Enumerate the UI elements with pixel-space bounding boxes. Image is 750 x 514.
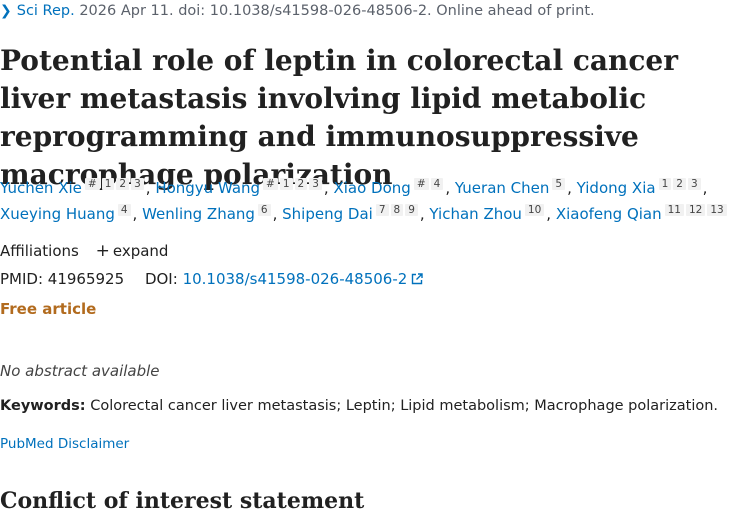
affiliation-marker[interactable]: 4 — [117, 204, 131, 216]
keywords-row: Keywords: Colorectal cancer liver metast… — [0, 398, 718, 414]
author-item: Xiaofeng Qian 11 12 13 — [556, 204, 729, 223]
author-name-link[interactable]: Yuchen Xie — [0, 179, 82, 197]
citation-details: 2026 Apr 11. doi: 10.1038/s41598-026-485… — [79, 3, 595, 19]
affiliation-marker[interactable]: 5 — [552, 178, 566, 190]
author-name-link[interactable]: Xiao Dong — [333, 179, 410, 197]
pmid-value: 41965925 — [47, 270, 125, 288]
author-name-link[interactable]: Yichan Zhou — [429, 205, 521, 223]
doi-link[interactable]: 10.1038/s41598-026-48506-2 — [183, 270, 424, 288]
affiliation-marker[interactable]: 7 — [375, 204, 389, 216]
free-article-badge: Free article — [0, 300, 97, 318]
keywords-text: Colorectal cancer liver metastasis; Lept… — [90, 398, 719, 414]
affiliation-marker[interactable]: 2 — [673, 178, 686, 190]
affiliation-markers: 6 — [257, 204, 273, 216]
affiliation-marker[interactable]: 1 — [101, 178, 115, 190]
affiliation-marker[interactable]: 3 — [131, 178, 144, 190]
affiliations-row: Affiliations + expand — [0, 241, 168, 261]
affiliation-markers: #4 — [413, 178, 446, 190]
pubmed-disclaimer-link[interactable]: PubMed Disclaimer — [0, 436, 129, 452]
conflict-of-interest-heading: Conflict of interest statement — [0, 488, 365, 514]
article-page: ❯ Sci Rep. 2026 Apr 11. doi: 10.1038/s415… — [0, 0, 750, 514]
affiliation-marker: # — [413, 178, 429, 190]
affiliations-expand-button[interactable]: + expand — [84, 241, 169, 261]
plus-icon: + — [95, 241, 110, 261]
affiliation-marker: # — [263, 178, 278, 190]
affiliation-marker[interactable]: 1 — [658, 178, 672, 190]
expand-label: expand — [112, 242, 169, 260]
affiliation-markers: 789 — [375, 204, 420, 216]
journal-link[interactable]: Sci Rep. — [17, 3, 75, 19]
affiliation-markers: 5 — [552, 178, 567, 190]
author-item: Yuchen Xie #1 2 3 — [0, 178, 146, 197]
affiliation-marker[interactable]: 13 — [707, 204, 727, 216]
citation-line: ❯ Sci Rep. 2026 Apr 11. doi: 10.1038/s415… — [0, 3, 595, 19]
authors-list: Yuchen Xie #1 2 3, Hongyu Wang #1 2 3, Xiao Do… — [0, 175, 748, 227]
doi-label: DOI: — [144, 270, 178, 288]
affiliation-markers: #1 2 3 — [263, 178, 324, 190]
author-name-link[interactable]: Shipeng Dai — [282, 205, 373, 223]
pmid-label: PMID: — [0, 270, 44, 288]
author-item: Xueying Huang 4 — [0, 204, 133, 223]
identifiers-row: PMID: 41965925 DOI: 10.1038/s41598-026-4… — [0, 270, 424, 288]
affiliation-marker[interactable]: 3 — [309, 178, 322, 190]
author-item: Yueran Chen 5 — [455, 178, 567, 197]
author-name-link[interactable]: Xueying Huang — [0, 205, 115, 223]
author-item: Wenling Zhang 6 — [142, 204, 273, 223]
affiliations-label: Affiliations — [0, 242, 79, 260]
author-name-link[interactable]: Yidong Xia — [577, 179, 656, 197]
keywords-label: Keywords: — [0, 398, 86, 414]
affiliation-marker[interactable]: 6 — [257, 204, 271, 216]
chevron-right-icon[interactable]: ❯ — [0, 3, 12, 19]
article-title: Potential role of leptin in colorectal c… — [0, 44, 679, 191]
affiliation-markers: 11 12 13 — [664, 204, 729, 216]
affiliation-marker[interactable]: 12 — [686, 204, 706, 216]
affiliation-marker[interactable]: 2 — [116, 178, 130, 190]
affiliation-marker[interactable]: 11 — [664, 204, 684, 216]
affiliation-markers: #1 2 3 — [84, 178, 146, 190]
author-item: Yichan Zhou 10 — [429, 204, 546, 223]
affiliation-marker[interactable]: 3 — [687, 178, 701, 190]
author-name-link[interactable]: Wenling Zhang — [142, 205, 255, 223]
author-name-link[interactable]: Hongyu Wang — [155, 179, 260, 197]
affiliation-marker[interactable]: 8 — [390, 204, 404, 216]
affiliation-markers: 123 — [658, 178, 703, 190]
author-item: Shipeng Dai 7 8 9 — [282, 204, 420, 223]
affiliation-marker[interactable]: 10 — [524, 204, 545, 216]
affiliation-marker: # — [84, 178, 100, 190]
affiliation-marker[interactable]: 1 — [279, 178, 293, 190]
no-abstract-note: No abstract available — [0, 362, 160, 380]
affiliation-marker[interactable]: 4 — [430, 178, 444, 190]
affiliation-marker[interactable]: 2 — [294, 178, 308, 190]
affiliation-markers: 10 — [524, 204, 546, 216]
doi-value: 10.1038/s41598-026-48506-2 — [182, 270, 408, 288]
affiliation-marker[interactable]: 9 — [405, 204, 418, 216]
affiliation-markers: 4 — [117, 204, 133, 216]
external-link-icon — [412, 273, 424, 285]
author-item: Yidong Xia 1 2 3 — [577, 178, 703, 197]
author-name-link[interactable]: Xiaofeng Qian — [556, 205, 662, 223]
author-item: Xiao Dong #4 — [333, 178, 446, 197]
author-name-link[interactable]: Yueran Chen — [455, 179, 550, 197]
author-item: Hongyu Wang #1 2 3 — [155, 178, 324, 197]
